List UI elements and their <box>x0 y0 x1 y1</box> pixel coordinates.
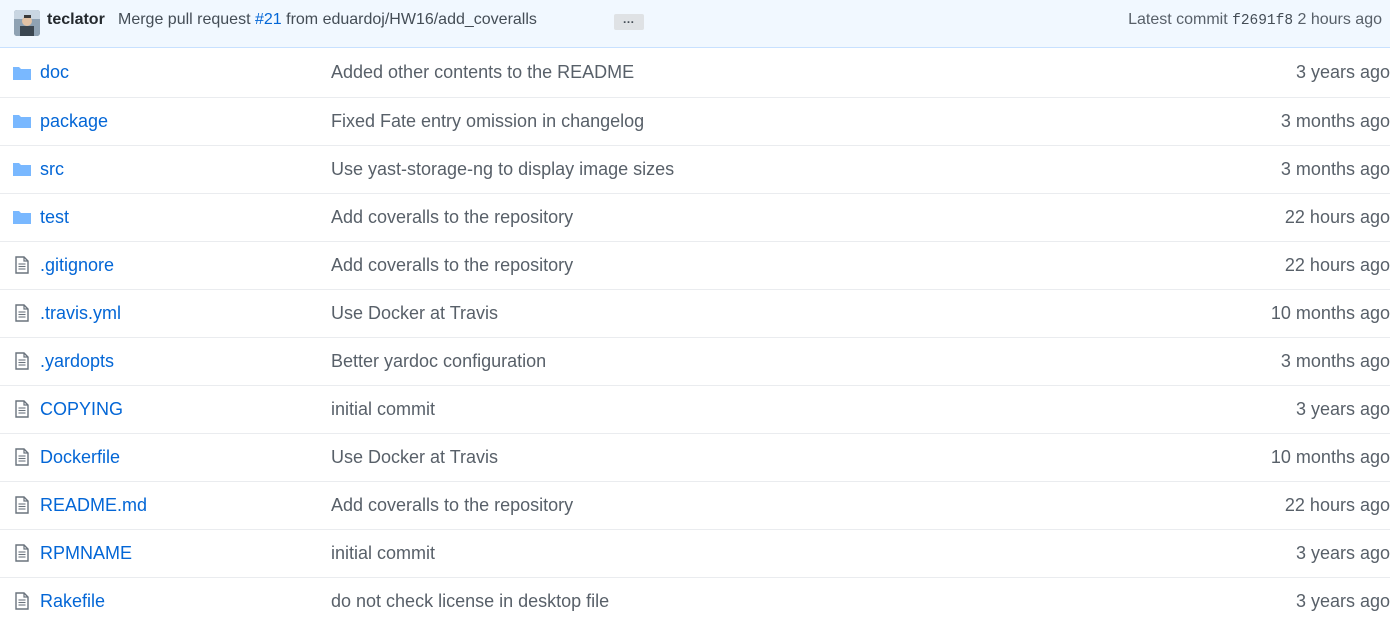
commit-age: 3 years ago <box>1190 49 1390 98</box>
file-icon <box>12 400 32 418</box>
file-row: package Fixed Fate entry omission in chan… <box>0 97 1390 146</box>
folder-icon <box>12 208 32 226</box>
folder-icon <box>12 64 32 82</box>
commit-age: 22 hours ago <box>1190 481 1390 530</box>
file-link[interactable]: .yardopts <box>40 337 331 386</box>
pull-request-link[interactable]: #21 <box>255 11 282 28</box>
folder-link[interactable]: test <box>40 193 331 242</box>
file-icon <box>12 448 32 466</box>
commit-age: 3 years ago <box>1295 590 1390 611</box>
file-icon <box>12 352 32 370</box>
commit-age: 10 months ago <box>1190 289 1390 338</box>
file-icon-cell <box>0 97 40 146</box>
commit-author-link[interactable]: teclator <box>47 11 105 29</box>
latest-commit-label: Latest commit <box>1128 11 1233 28</box>
file-link[interactable]: README.md <box>40 481 331 530</box>
expand-commit-message-button[interactable]: … <box>614 13 644 30</box>
commit-message-link[interactable]: Add coveralls to the repository <box>331 481 1190 530</box>
commit-message-link[interactable]: do not check license in desktop file <box>331 577 1190 625</box>
commit-message-link[interactable]: Add coveralls to the repository <box>331 241 1190 290</box>
file-icon-cell <box>0 433 40 482</box>
commit-age: 3 years ago <box>1190 385 1390 434</box>
commit-age: 2 hours ago <box>1293 11 1382 28</box>
commit-message-link[interactable]: Use Docker at Travis <box>331 289 1190 338</box>
folder-link[interactable]: doc <box>40 49 331 98</box>
folder-link[interactable]: package <box>40 97 331 146</box>
file-icon <box>12 256 32 274</box>
folder-icon <box>12 112 32 130</box>
file-row: RPMNAME initial commit 3 years ago <box>0 529 1390 578</box>
file-row: COPYING initial commit 3 years ago <box>0 385 1390 434</box>
commit-message-link[interactable]: Use yast-storage-ng to display image siz… <box>331 145 1190 194</box>
file-row: .yardopts Better yardoc configuration 3 mo… <box>0 337 1390 386</box>
commit-message[interactable]: Merge pull request #21 from eduardoj/HW1… <box>118 11 537 29</box>
file-icon-cell <box>0 481 40 530</box>
file-link[interactable]: Dockerfile <box>40 433 331 482</box>
commit-message-prefix: Merge pull request <box>118 11 255 28</box>
avatar[interactable] <box>14 10 40 36</box>
file-row: .travis.yml Use Docker at Travis 10 months… <box>0 289 1390 338</box>
file-icon-cell <box>0 577 40 625</box>
file-list: doc Added other contents to the README 3 y… <box>0 49 1390 625</box>
file-icon <box>12 592 32 610</box>
commit-age: 3 years ago <box>1190 529 1390 578</box>
file-row: Rakefile do not check license in desktop … <box>0 577 1390 625</box>
commit-age: 22 hours ago <box>1190 241 1390 290</box>
file-row: .gitignore Add coveralls to the repositor… <box>0 241 1390 290</box>
file-row: Dockerfile Use Docker at Travis 10 months … <box>0 433 1390 482</box>
latest-commit-info: Latest commit f2691f8 2 hours ago <box>1128 11 1382 29</box>
commit-message-link[interactable]: Better yardoc configuration <box>331 337 1190 386</box>
file-icon-cell <box>0 193 40 242</box>
folder-icon <box>12 160 32 178</box>
file-icon-cell <box>0 385 40 434</box>
file-icon <box>12 496 32 514</box>
file-link[interactable]: Rakefile <box>40 577 331 625</box>
file-row: test Add coveralls to the repository 22 ho… <box>0 193 1390 242</box>
commit-sha-link[interactable]: f2691f8 <box>1232 13 1293 29</box>
commit-message-link[interactable]: initial commit <box>331 385 1190 434</box>
file-icon <box>12 304 32 322</box>
file-row: src Use yast-storage-ng to display image … <box>0 145 1390 194</box>
commit-message-link[interactable]: Use Docker at Travis <box>331 433 1190 482</box>
file-icon-cell <box>0 337 40 386</box>
commit-message-link[interactable]: Add coveralls to the repository <box>331 193 1190 242</box>
file-icon-cell <box>0 289 40 338</box>
file-link[interactable]: .travis.yml <box>40 289 331 338</box>
file-link[interactable]: COPYING <box>40 385 331 434</box>
commit-message-link[interactable]: initial commit <box>331 529 1190 578</box>
commit-age: 3 months ago <box>1190 337 1390 386</box>
file-link[interactable]: .gitignore <box>40 241 331 290</box>
avatar-image <box>14 10 40 36</box>
file-link[interactable]: RPMNAME <box>40 529 331 578</box>
latest-commit-bar: teclator Merge pull request #21 from edu… <box>0 0 1390 48</box>
commit-age: 10 months ago <box>1190 433 1390 482</box>
commit-message-link[interactable]: Added other contents to the README <box>331 49 1190 98</box>
folder-link[interactable]: src <box>40 145 331 194</box>
file-icon-cell <box>0 241 40 290</box>
commit-age: 3 months ago <box>1190 97 1390 146</box>
file-icon-cell <box>0 529 40 578</box>
commit-age: 22 hours ago <box>1190 193 1390 242</box>
commit-message-link[interactable]: Fixed Fate entry omission in changelog <box>331 97 1190 146</box>
file-icon-cell <box>0 145 40 194</box>
commit-age: 3 months ago <box>1190 145 1390 194</box>
commit-message-suffix: from eduardoj/HW16/add_coveralls <box>281 11 537 28</box>
file-icon <box>12 544 32 562</box>
file-row: doc Added other contents to the README 3 y… <box>0 49 1390 98</box>
file-row: README.md Add coveralls to the repository… <box>0 481 1390 530</box>
file-icon-cell <box>0 49 40 98</box>
